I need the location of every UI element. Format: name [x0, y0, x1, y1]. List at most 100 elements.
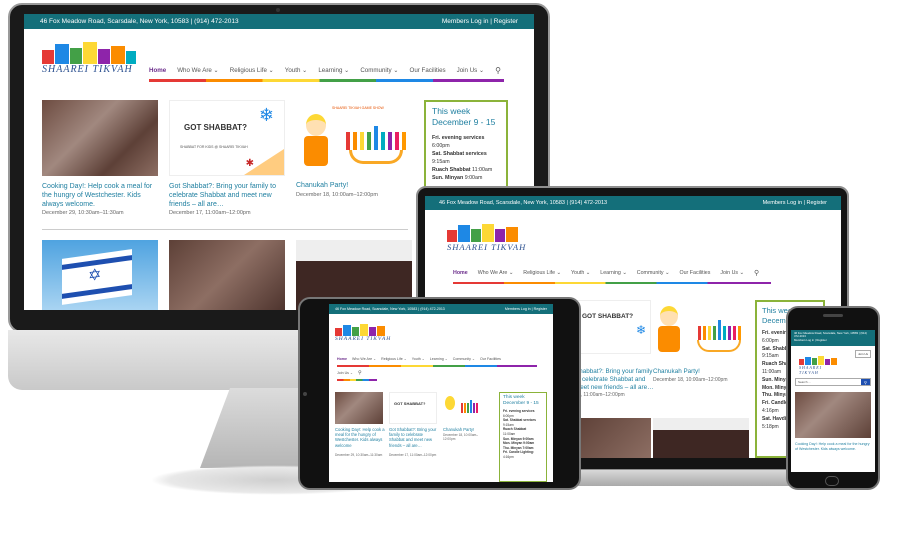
tablet-members-link[interactable]: Members Log in | Register	[505, 307, 547, 311]
phone-logo-wordmark: SHAAREI TIKVAH	[799, 365, 822, 375]
laptop-got-shabbat-heading: GOT SHABBAT?	[582, 313, 634, 320]
laptop-card-title-got-shabbat[interactable]: Shabbat?: Bring your family to celebrate…	[575, 368, 655, 392]
laptop-got-shabbat-image[interactable]: GOT SHABBAT? ❄	[575, 300, 651, 354]
laptop-search-icon[interactable]: ⚲	[754, 269, 759, 277]
tablet-nav-who-we-are[interactable]: Who We Are ⌄	[352, 357, 376, 361]
tablet-sched-10: 4:16pm	[503, 454, 514, 459]
tablet-got-shabbat-heading: GOT SHABBAT?	[394, 401, 426, 406]
tablet-cooking-photo[interactable]	[335, 392, 383, 424]
laptop-top-bar: 46 Fox Meadow Road, Scarsdale, New York,…	[425, 196, 841, 210]
tablet-logo-wordmark: SHAAREI TIKVAH	[335, 336, 392, 342]
classroom-photo[interactable]	[169, 240, 285, 310]
tablet-logo[interactable]: SHAAREI TIKVAH	[335, 324, 395, 342]
search-icon[interactable]: ⚲	[495, 66, 501, 75]
laptop-card-title-chanukah[interactable]: Chanukah Party!	[653, 368, 700, 375]
laptop-card-date-got-shabbat: 17, 11:00am–12:00pm	[575, 392, 625, 398]
logo-wordmark: SHAAREI TIKVAH	[42, 64, 133, 75]
nav-community[interactable]: Community ⌄	[360, 67, 398, 74]
star-icon: ✱	[245, 158, 254, 169]
laptop-classroom-photo[interactable]	[575, 418, 651, 458]
site-logo[interactable]: SHAAREI TIKVAH	[42, 42, 137, 75]
tablet-card-date-chanukah: December 18, 10:00am–12:00pm	[443, 433, 479, 441]
tablet-nav-religious-life[interactable]: Religious Life ⌄	[381, 357, 407, 361]
laptop-nav-who-we-are[interactable]: Who We Are ⌄	[478, 270, 514, 276]
schedule-time-0: 6:00pm	[432, 143, 450, 149]
tablet-chanukah-image[interactable]	[443, 392, 491, 424]
phone-search-box[interactable]: Search ... ⚲	[795, 378, 871, 386]
logo-houses-icon	[42, 42, 137, 64]
tablet-this-week-panel: This week December 9 - 15 Fri. evening s…	[499, 392, 547, 482]
this-week-heading: This week December 9 - 15	[432, 106, 496, 127]
tablet-card-date-got-shabbat: December 17, 11:00am–12:00pm	[389, 453, 437, 457]
laptop-nav-home[interactable]: Home	[453, 270, 468, 276]
card-date-chanukah: December 18, 10:00am–12:00pm	[296, 192, 378, 198]
got-shabbat-image[interactable]: GOT SHABBAT? SHABBAT FOR KIDS @ SHAAREI …	[169, 100, 285, 176]
schedule-time-3: 9:00am	[464, 175, 483, 181]
israel-flag-photo[interactable]: ✡	[42, 240, 158, 310]
schedule-label-0: Fri. evening services	[432, 135, 485, 141]
tablet-nav-learning[interactable]: Learning ⌄	[430, 357, 448, 361]
phone-cooking-photo[interactable]	[795, 392, 871, 438]
phone-logo[interactable]: SHAAREI TIKVAH	[799, 356, 843, 375]
card-date-cooking: December 29, 10:30am–11:30am	[42, 210, 124, 216]
nav-our-facilities[interactable]: Our Facilities	[410, 67, 446, 74]
cooking-day-photo[interactable]	[42, 100, 158, 176]
tablet-nav-our-facilities[interactable]: Our Facilities	[480, 357, 501, 361]
tablet-card-title-chanukah[interactable]: Chanukah Party!	[443, 427, 474, 432]
schedule-time-2: 11:00am	[472, 167, 493, 173]
tablet-nav-home[interactable]: Home	[337, 357, 347, 361]
members-login-link[interactable]: Members Log in | Register	[442, 18, 518, 25]
phone-members-link[interactable]: Members Log in | Register	[794, 338, 872, 342]
schedule-label-2: Ruach Shabbat	[432, 167, 471, 173]
laptop-nav-youth[interactable]: Youth ⌄	[571, 270, 590, 276]
nav-learning[interactable]: Learning ⌄	[318, 67, 349, 74]
laptop-card-date-chanukah: December 18, 10:00am–12:00pm	[653, 377, 728, 383]
card-title-got-shabbat[interactable]: Got Shabbat?: Bring your family to celeb…	[169, 182, 289, 209]
tablet-screen: 46 Fox Meadow Road, Scarsdale, New York,…	[329, 304, 553, 482]
card-title-chanukah[interactable]: Chanukah Party!	[296, 182, 348, 189]
main-nav: Home Who We Are ⌄ Religious Life ⌄ Youth…	[149, 64, 504, 78]
tablet-card-title-got-shabbat[interactable]: Got Shabbat?: Bring your family to celeb…	[389, 427, 439, 448]
chanukah-image[interactable]: SHAAREI TIKVAH GAME SHOW	[296, 100, 412, 176]
laptop-nav-join-us[interactable]: Join Us ⌄	[720, 270, 744, 276]
tablet-nav-youth[interactable]: Youth ⌄	[412, 357, 425, 361]
tablet-card-title-cooking[interactable]: Cooking Day!: Help cook a meal for the h…	[335, 427, 385, 448]
nav-home[interactable]: Home	[149, 67, 166, 74]
tablet-top-bar: 46 Fox Meadow Road, Scarsdale, New York,…	[329, 304, 553, 314]
nav-religious-life[interactable]: Religious Life ⌄	[230, 67, 274, 74]
phone-speaker	[823, 314, 843, 317]
nav-who-we-are[interactable]: Who We Are ⌄	[177, 67, 219, 74]
phone-search-input[interactable]: Search ...	[796, 380, 861, 384]
nav-join-us[interactable]: Join Us ⌄	[457, 67, 485, 74]
cartoon-boy-icon	[302, 114, 330, 174]
laptop-members-link[interactable]: Members Log in | Register	[763, 200, 827, 206]
laptop-chanukah-image[interactable]	[653, 300, 749, 366]
tablet-camera	[303, 392, 307, 396]
tablet-nav-community[interactable]: Community ⌄	[453, 357, 475, 361]
phone-search-icon[interactable]: ⚲	[861, 379, 870, 385]
laptop-nav-religious-life[interactable]: Religious Life ⌄	[523, 270, 561, 276]
phone-screen: 46 Fox Meadow Road, Scarsdale, New York,…	[791, 330, 875, 472]
card-date-got-shabbat: December 17, 11:00am–12:00pm	[169, 210, 251, 216]
tablet-this-week-heading: This week December 9 - 15	[503, 395, 539, 406]
webcam	[276, 8, 280, 12]
card-title-cooking[interactable]: Cooking Day!: Help cook a meal for the h…	[42, 182, 162, 209]
phone-home-button[interactable]	[825, 476, 839, 486]
tablet-got-shabbat-image[interactable]: GOT SHABBAT?	[389, 392, 437, 424]
phone-logo-houses-icon	[799, 356, 843, 365]
section-divider	[42, 229, 408, 230]
phone-card-title-cooking[interactable]: Cooking Day!: Help cook a meal for the h…	[795, 442, 871, 451]
laptop-nav-learning[interactable]: Learning ⌄	[600, 270, 627, 276]
laptop-group-photo[interactable]	[653, 418, 749, 458]
tablet-nav-join-us[interactable]: Join Us ⌄	[337, 371, 353, 375]
laptop-nav-our-facilities[interactable]: Our Facilities	[679, 270, 710, 276]
phone-join-button[interactable]: Join Us	[854, 350, 871, 358]
laptop-cartoon-boy-icon	[657, 306, 681, 360]
tablet-search-icon[interactable]: ⚲	[358, 370, 362, 376]
nav-youth[interactable]: Youth ⌄	[285, 67, 308, 74]
schedule-label-1: Sat. Shabbat services	[432, 151, 487, 157]
tablet-nav-row2: Join Us ⌄ ⚲	[337, 370, 362, 378]
laptop-nav-community[interactable]: Community ⌄	[637, 270, 670, 276]
tablet-nav: Home Who We Are ⌄ Religious Life ⌄ Youth…	[337, 356, 537, 364]
laptop-logo[interactable]: SHAAREI TIKVAH	[447, 224, 531, 252]
